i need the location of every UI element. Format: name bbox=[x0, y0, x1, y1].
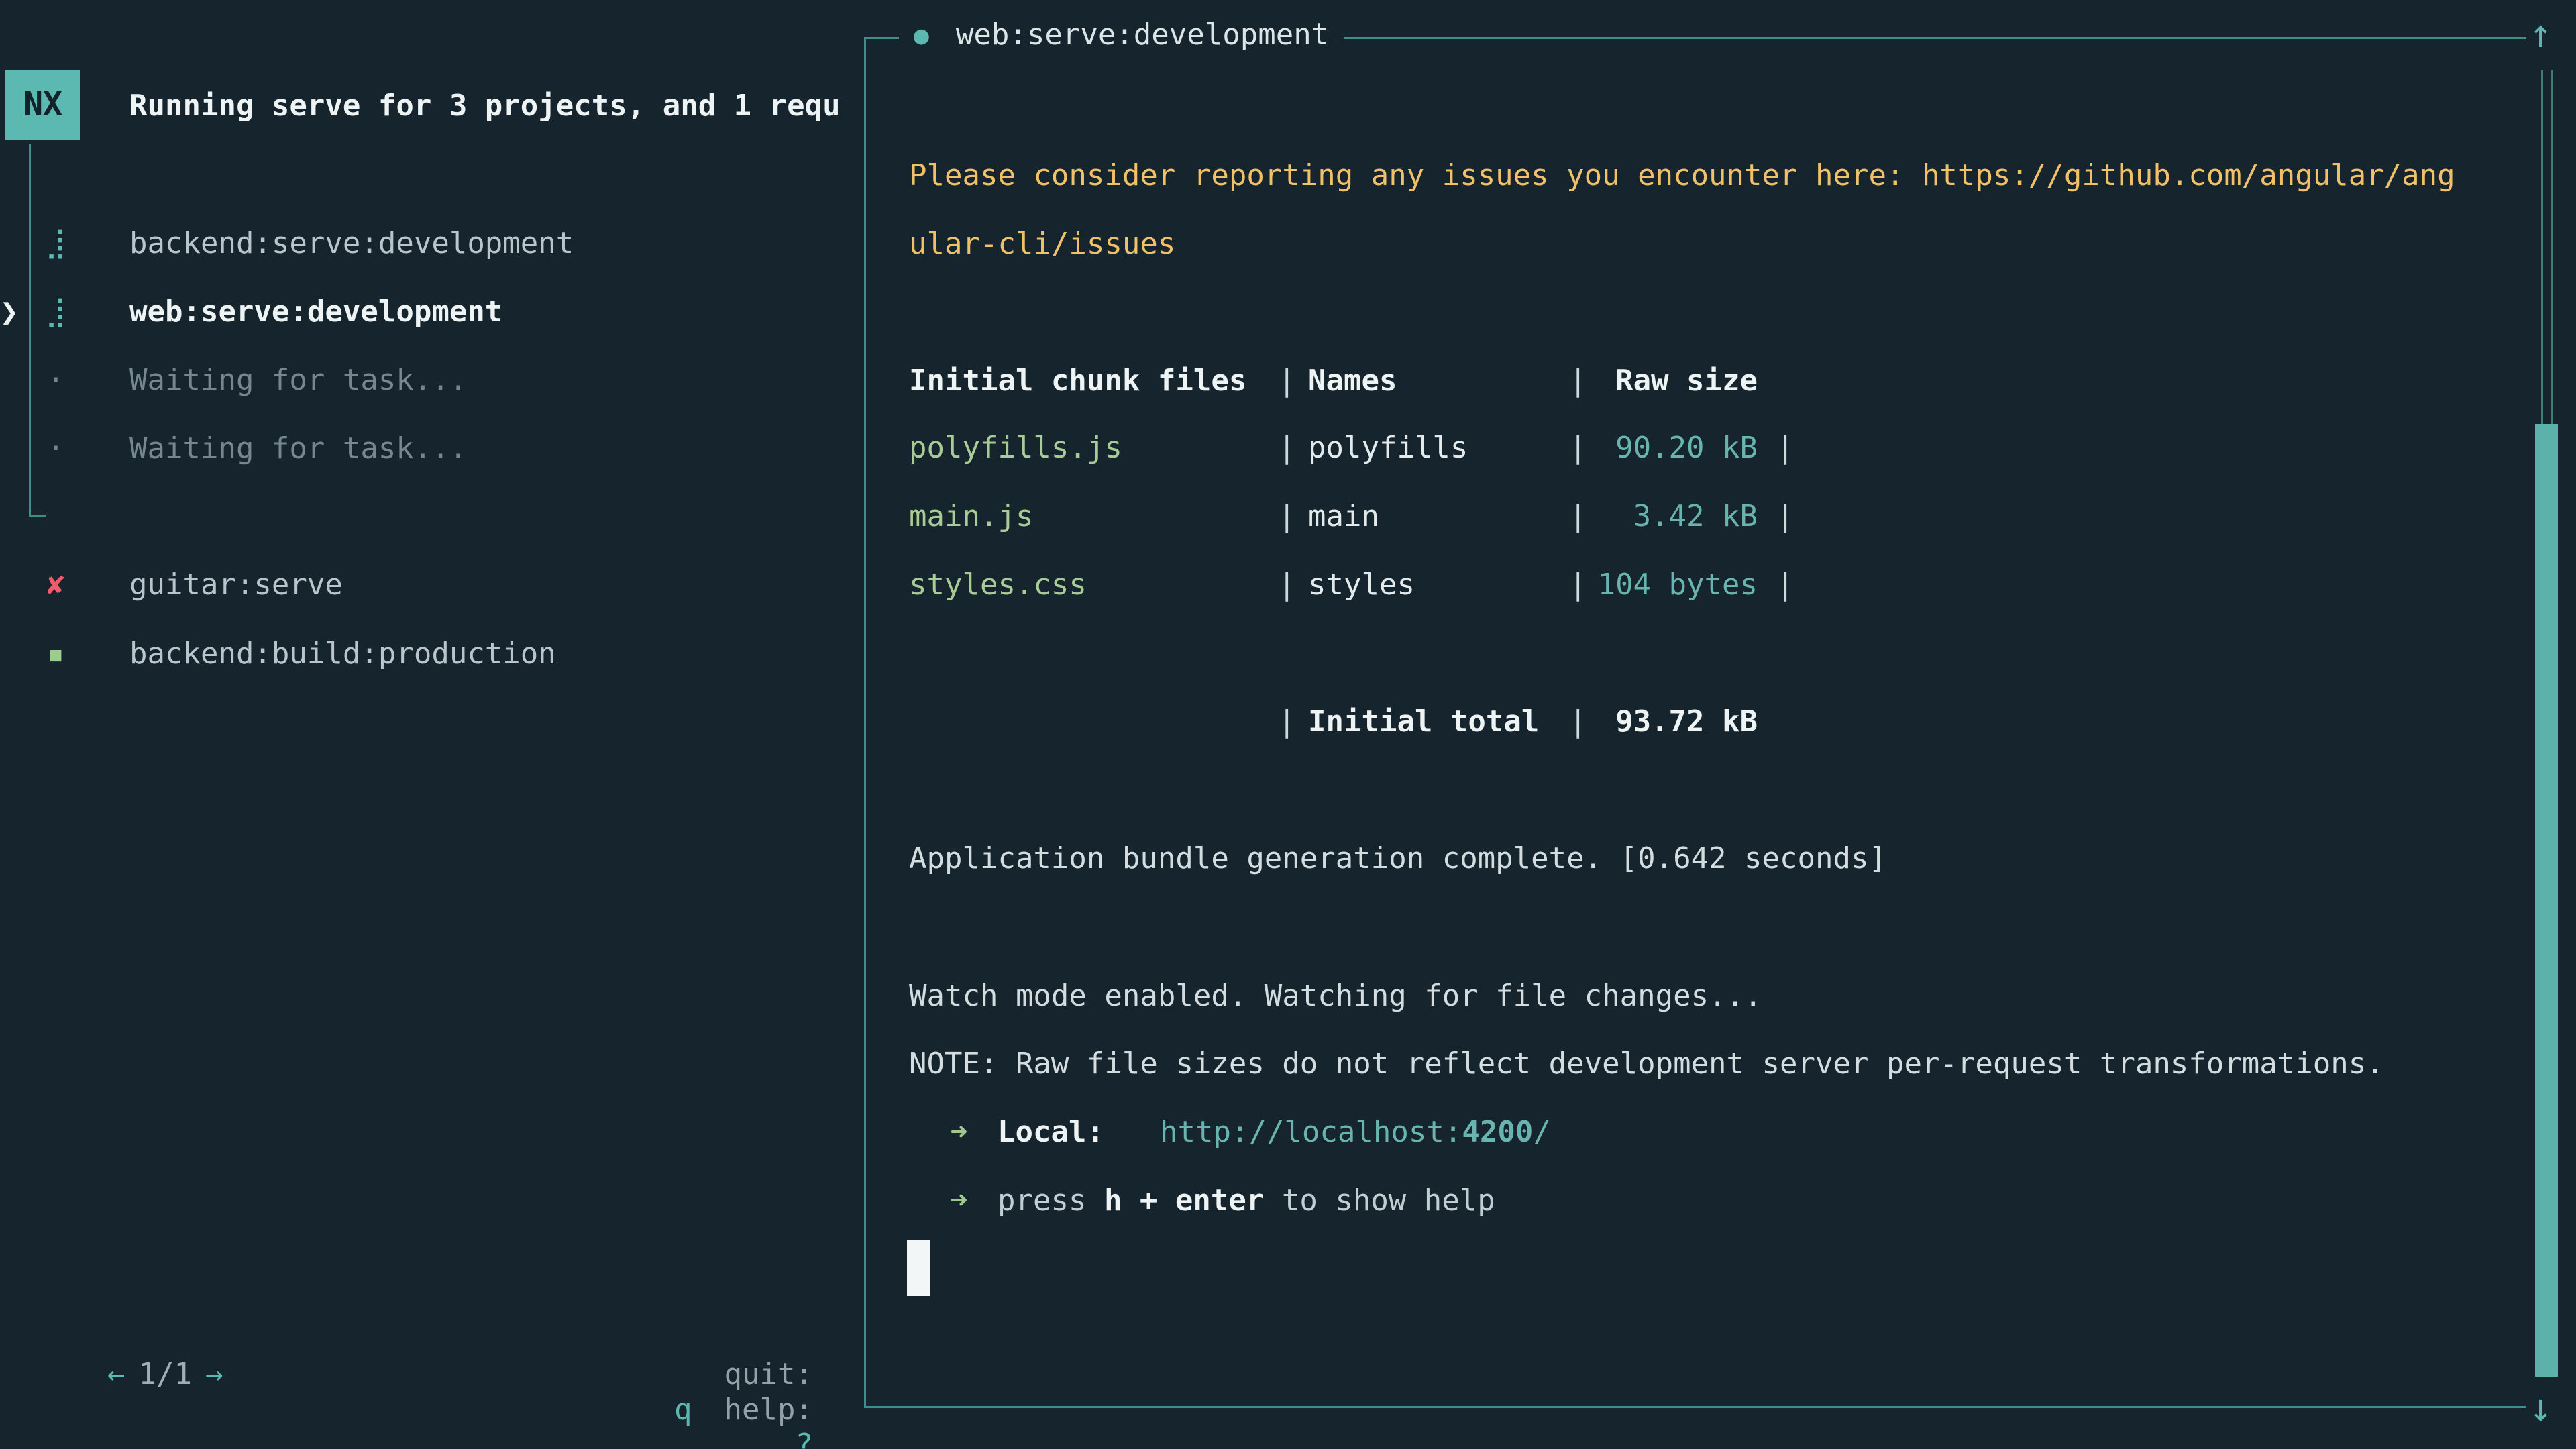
page-indicator: 1/1 bbox=[138, 1357, 191, 1391]
total-size: 93.72 kB bbox=[1583, 704, 1758, 739]
bundle-complete-message: Application bundle generation complete. … bbox=[909, 841, 1886, 877]
help-hint-text: press h + enter to show help bbox=[998, 1183, 1495, 1218]
prev-page-arrow[interactable]: ← bbox=[107, 1357, 125, 1391]
task-label: backend:build:production bbox=[129, 637, 556, 671]
table-row: polyfills.js | polyfills | 90.20 kB | bbox=[0, 431, 2576, 468]
spinner-icon: ⣸ bbox=[40, 294, 71, 329]
total-label: Initial total bbox=[1308, 704, 1539, 739]
pipe: | bbox=[1278, 499, 1296, 533]
task-label: backend:serve:development bbox=[129, 226, 574, 260]
chunk-file: main.js bbox=[909, 499, 1033, 533]
pipe: | bbox=[1278, 431, 1296, 465]
chunk-file: styles.css bbox=[909, 568, 1087, 602]
pipe: | bbox=[1776, 431, 1794, 465]
pipe: | bbox=[1278, 568, 1296, 602]
issue-notice-line1: Please consider reporting any issues you… bbox=[909, 158, 2455, 194]
success-square-icon: ▪ bbox=[40, 637, 71, 671]
task-item-backend-build[interactable]: ▪ backend:build:production bbox=[0, 637, 859, 674]
task-item-backend-serve[interactable]: ⣸ backend:serve:development bbox=[0, 226, 859, 264]
quit-key: q bbox=[674, 1393, 692, 1427]
pagination: ← 1/1 → bbox=[36, 1322, 223, 1428]
page-title: Running serve for 3 projects, and 1 requ bbox=[129, 89, 841, 124]
scrollbar-thumb[interactable] bbox=[2535, 424, 2558, 1377]
task-item-web-serve[interactable]: ⣸ web:serve:development bbox=[0, 294, 859, 332]
table-row: styles.css | styles | 104 bytes | bbox=[0, 568, 2576, 605]
panel-title-text: web:serve:development bbox=[956, 17, 1329, 53]
nx-logo-badge: NX bbox=[5, 70, 80, 140]
pipe: | bbox=[1776, 499, 1794, 533]
keyboard-shortcuts: quit: q help: ? bbox=[537, 1322, 813, 1449]
chunk-name: polyfills bbox=[1308, 431, 1468, 465]
help-key: ? bbox=[796, 1428, 814, 1449]
arrow-icon: ➜ bbox=[950, 1183, 968, 1218]
arrow-icon: ➜ bbox=[950, 1115, 968, 1149]
scroll-up-icon[interactable]: ↑ bbox=[2529, 11, 2553, 58]
help-label: help: bbox=[724, 1393, 813, 1427]
quit-label: quit: bbox=[724, 1357, 813, 1391]
col-header-files: Initial chunk files bbox=[909, 364, 1246, 398]
chunk-size: 104 bytes bbox=[1583, 568, 1758, 602]
table-row: main.js | main | 3.42 kB | bbox=[0, 499, 2576, 537]
nx-terminal-ui: NX Running serve for 3 projects, and 1 r… bbox=[0, 0, 2576, 1449]
chunk-size: 90.20 kB bbox=[1583, 431, 1758, 465]
pipe: | bbox=[1278, 704, 1296, 739]
pipe: | bbox=[1776, 568, 1794, 602]
chunk-name: styles bbox=[1308, 568, 1415, 602]
panel-title: ● web:serve:development bbox=[899, 17, 1344, 53]
terminal-cursor bbox=[907, 1240, 930, 1296]
col-header-size: Raw size bbox=[1583, 364, 1758, 398]
raw-size-note: NOTE: Raw file sizes do not reflect deve… bbox=[909, 1046, 2384, 1082]
help-hint-line: ➜ press h + enter to show help bbox=[0, 1183, 2576, 1221]
scrollbar-track[interactable] bbox=[2541, 70, 2553, 424]
spinner-icon: ⣸ bbox=[40, 226, 71, 260]
local-server-line: ➜ Local: http://localhost:4200/ bbox=[0, 1115, 2576, 1152]
chunk-name: main bbox=[1308, 499, 1379, 533]
chunk-file: polyfills.js bbox=[909, 431, 1122, 465]
table-total-row: | Initial total | 93.72 kB bbox=[0, 704, 2576, 742]
table-header-row: Initial chunk files | Names | Raw size bbox=[0, 364, 2576, 401]
local-label: Local: bbox=[998, 1115, 1104, 1149]
local-server-url[interactable]: http://localhost:4200/ bbox=[1160, 1115, 1551, 1149]
col-header-names: Names bbox=[1308, 364, 1397, 398]
chunk-size: 3.42 kB bbox=[1583, 499, 1758, 533]
next-page-arrow[interactable]: → bbox=[205, 1357, 223, 1391]
issue-notice-line2: ular-cli/issues bbox=[909, 227, 1175, 262]
watch-mode-message: Watch mode enabled. Watching for file ch… bbox=[909, 979, 1762, 1014]
scroll-down-icon[interactable]: ↓ bbox=[2529, 1385, 2553, 1432]
pipe: | bbox=[1278, 364, 1296, 398]
task-label-selected: web:serve:development bbox=[129, 294, 502, 329]
running-bullet-icon: ● bbox=[914, 20, 929, 51]
